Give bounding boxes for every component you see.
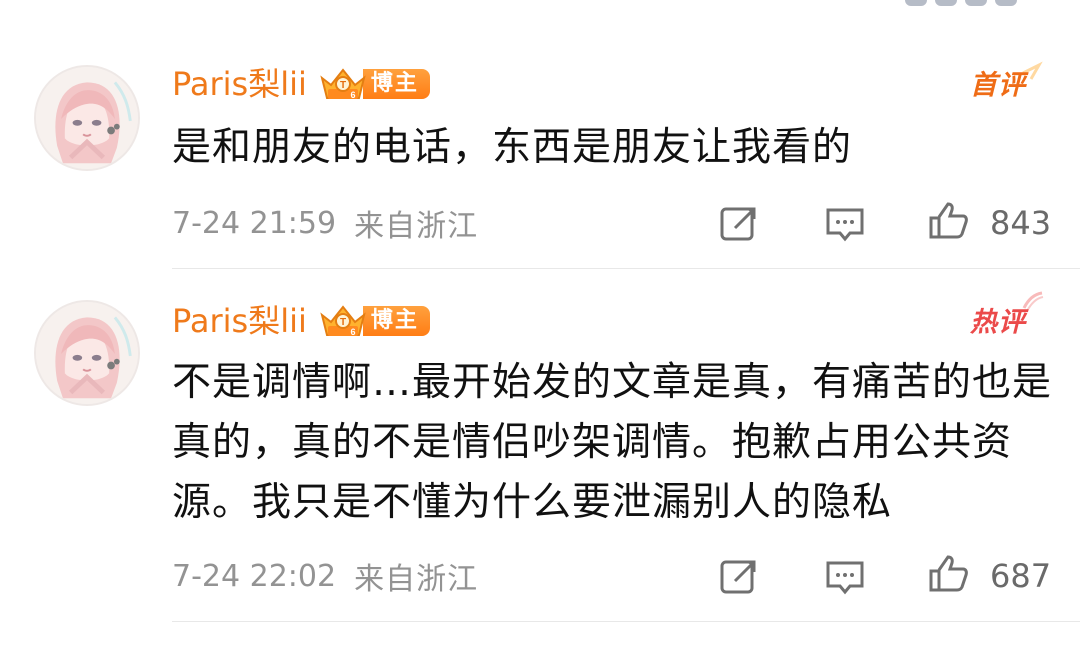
comment-header: Paris梨lii T 6 博主 (172, 299, 430, 343)
comment-icon[interactable] (823, 555, 867, 599)
vip-crown-icon[interactable]: T 6 (319, 64, 367, 104)
comment-location: 来自浙江 (354, 562, 479, 597)
share-icon[interactable] (717, 202, 761, 246)
avatar[interactable] (34, 65, 140, 171)
svg-text:T: T (340, 317, 346, 328)
blogger-badge[interactable]: 博主 (362, 306, 430, 336)
vip-crown-icon[interactable]: T 6 (319, 301, 367, 341)
like-icon[interactable] (926, 198, 970, 242)
avatar-illustration (36, 302, 138, 404)
comment-divider (172, 621, 1080, 622)
username[interactable]: Paris梨lii (172, 299, 307, 343)
comment-time: 7-24 22:02 (172, 558, 337, 594)
svg-text:6: 6 (350, 90, 355, 100)
svg-text:6: 6 (350, 327, 355, 337)
share-icon[interactable] (717, 555, 761, 599)
comment-text: 不是调情啊…最开始发的文章是真，有痛苦的也是真的，真的不是情侣吵架调情。抱歉占用… (172, 360, 1053, 525)
comment-meta: 7-24 21:59 来自浙江 (172, 203, 479, 245)
like-count: 843 (990, 204, 1052, 242)
like-icon[interactable] (926, 551, 970, 595)
comment-list-page: Paris梨lii T 6 博主 首评 是和朋友的电话，东西是朋友让我看的 7-… (0, 0, 1080, 667)
svg-text:T: T (340, 80, 346, 91)
comment-icon[interactable] (823, 202, 867, 246)
first-comment-tag: 首评 (970, 70, 1026, 101)
hot-comment-tag: 热评 (970, 307, 1026, 338)
avatar-illustration (36, 67, 138, 169)
avatar[interactable] (34, 300, 140, 406)
comment-text: 是和朋友的电话，东西是朋友让我看的 (172, 125, 853, 170)
like-count: 687 (990, 557, 1052, 595)
username[interactable]: Paris梨lii (172, 62, 307, 106)
comment-location: 来自浙江 (354, 209, 479, 244)
comment-meta: 7-24 22:02 来自浙江 (172, 556, 479, 598)
cutoff-header-fragment (905, 0, 1055, 6)
comment-time: 7-24 21:59 (172, 205, 337, 241)
comment-divider (172, 268, 1080, 269)
blogger-badge[interactable]: 博主 (362, 69, 430, 99)
comment-header: Paris梨lii T 6 博主 (172, 62, 430, 106)
